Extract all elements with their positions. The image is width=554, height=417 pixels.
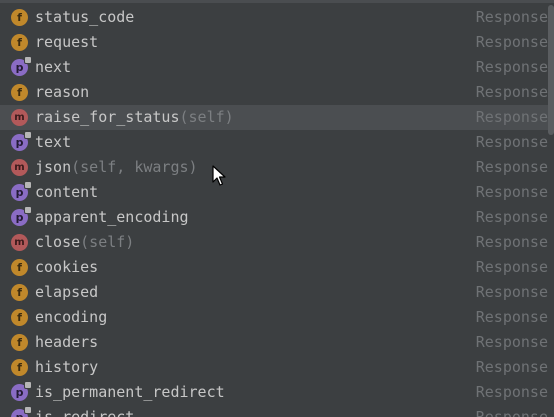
completion-item-label: history [35, 355, 98, 380]
property-icon: p [11, 381, 32, 401]
completion-item[interactable]: f cookies Response [0, 255, 554, 280]
completion-item[interactable]: m close(self) Response [0, 230, 554, 255]
completion-item-name: raise_for_status [35, 108, 180, 126]
completion-item[interactable]: f history Response [0, 355, 554, 380]
completion-item[interactable]: p apparent_encoding Response [0, 205, 554, 230]
property-icon: p [11, 56, 32, 76]
completion-item-type: Response [475, 83, 548, 101]
completion-item-type: Response [475, 408, 548, 417]
completion-item[interactable]: p text Response [0, 130, 554, 155]
completion-item-signature: (self) [179, 108, 234, 126]
completion-item-label: cookies [35, 255, 98, 280]
completion-item-name: elapsed [35, 283, 99, 301]
completion-item-name: next [35, 58, 72, 76]
field-icon: f [11, 309, 28, 326]
completion-item-label: close(self) [35, 230, 134, 255]
completion-item-type: Response [475, 8, 548, 26]
completion-item-type: Response [475, 158, 548, 176]
completion-item-type: Response [475, 208, 548, 226]
field-icon: f [11, 34, 28, 51]
completion-item-label: content [35, 180, 98, 205]
completion-item-label: json(self, kwargs) [35, 155, 198, 180]
method-icon: m [11, 234, 28, 251]
completion-item-type: Response [475, 183, 548, 201]
completion-item-name: history [35, 358, 99, 376]
lock-icon [24, 131, 32, 139]
completion-item[interactable]: f headers Response [0, 330, 554, 355]
completion-item-name: is_permanent_redirect [35, 383, 225, 401]
lock-icon [24, 406, 32, 414]
popup-top-border [0, 0, 554, 3]
completion-item[interactable]: p next Response [0, 55, 554, 80]
completion-item[interactable]: p content Response [0, 180, 554, 205]
completion-item-type: Response [475, 383, 548, 401]
completion-item-label: next [35, 55, 71, 80]
completion-item[interactable]: pis_redirect Response [0, 405, 554, 417]
completion-item-type: Response [475, 33, 548, 51]
lock-icon [24, 181, 32, 189]
completion-item[interactable]: f elapsed Response [0, 280, 554, 305]
completion-item-label: status_code [35, 5, 134, 30]
field-icon: f [11, 84, 28, 101]
completion-item-type: Response [475, 258, 548, 276]
completion-item-label: request [35, 30, 98, 55]
field-icon: f [11, 359, 28, 376]
completion-item-name: apparent_encoding [35, 208, 189, 226]
completion-item-name: cookies [35, 258, 99, 276]
completion-item-name: text [35, 133, 72, 151]
completion-item-name: status_code [35, 8, 135, 26]
completion-item[interactable]: f reason Response [0, 80, 554, 105]
completion-item-name: request [35, 33, 99, 51]
completion-item-name: json [35, 158, 72, 176]
completion-item-label: elapsed [35, 280, 98, 305]
field-icon: f [11, 284, 28, 301]
field-icon: f [11, 259, 28, 276]
mouse-pointer-icon [212, 165, 226, 186]
completion-item-name: encoding [35, 308, 108, 326]
completion-item-label: headers [35, 330, 98, 355]
lock-icon [24, 206, 32, 214]
completion-item-label: reason [35, 80, 89, 105]
completion-item[interactable]: f request Response [0, 30, 554, 55]
completion-item-name: reason [35, 83, 90, 101]
completion-item-signature: (self, kwargs) [71, 158, 198, 176]
completion-item-type: Response [475, 358, 548, 376]
completion-item-label: is_redirect [35, 405, 134, 417]
scrollbar-thumb[interactable] [548, 5, 554, 135]
completion-item-signature: (self) [80, 233, 135, 251]
completion-item-label: raise_for_status(self) [35, 105, 234, 130]
completion-popup: f status_code Response f request Response p nex… [0, 0, 554, 417]
completion-item-type: Response [475, 233, 548, 251]
property-icon: p [11, 206, 32, 226]
method-icon: m [11, 159, 28, 176]
completion-item-type: Response [475, 133, 548, 151]
completion-item-name: content [35, 183, 99, 201]
completion-item-name: is_redirect [35, 408, 135, 417]
completion-item-label: encoding [35, 305, 107, 330]
completion-item[interactable]: p is_permanent_redirect Response [0, 380, 554, 405]
completion-item[interactable]: f encoding Response [0, 305, 554, 330]
completion-item-label: text [35, 130, 71, 155]
completion-item-name: close [35, 233, 81, 251]
property-icon: p [11, 181, 32, 201]
lock-icon [24, 56, 32, 64]
completion-item[interactable]: m raise_for_status(self) Response [0, 105, 554, 130]
property-icon: p [11, 131, 32, 151]
lock-icon [24, 381, 32, 389]
completion-item-type: Response [475, 308, 548, 326]
completion-list[interactable]: f status_code Response f request Response p nex… [0, 5, 554, 417]
completion-item-type: Response [475, 108, 548, 126]
completion-item-type: Response [475, 58, 548, 76]
field-icon: f [11, 9, 28, 26]
completion-item-label: is_permanent_redirect [35, 380, 225, 405]
completion-item-type: Response [475, 333, 548, 351]
completion-item-label: apparent_encoding [35, 205, 189, 230]
completion-item-type: Response [475, 283, 548, 301]
field-icon: f [11, 334, 28, 351]
completion-item[interactable]: f status_code Response [0, 5, 554, 30]
property-icon: p [11, 406, 32, 417]
method-icon: m [11, 109, 28, 126]
completion-item[interactable]: m json(self, kwargs) Response [0, 155, 554, 180]
completion-item-name: headers [35, 333, 99, 351]
